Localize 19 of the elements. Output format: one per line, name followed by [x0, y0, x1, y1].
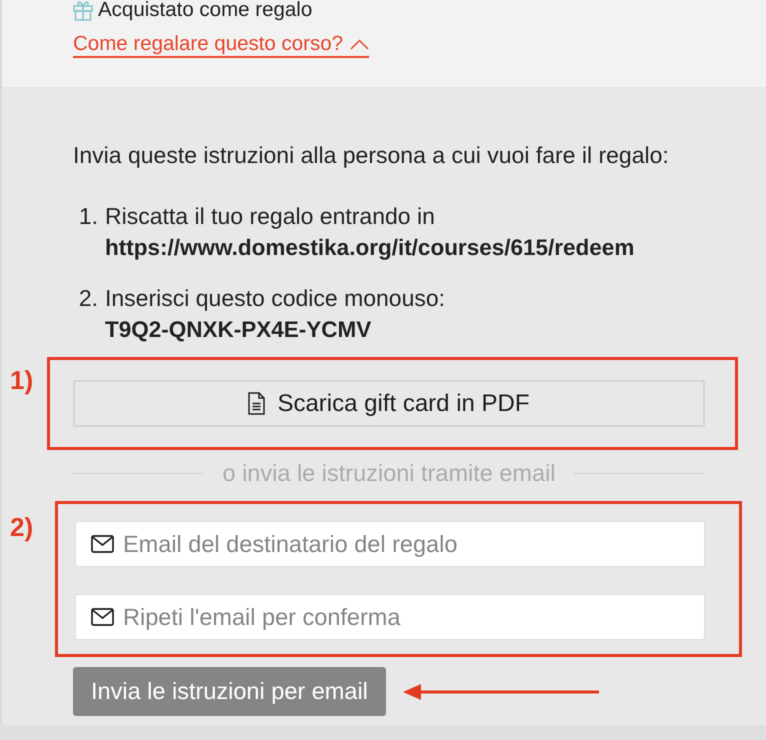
step-text: Inserisci questo codice monouso:	[105, 284, 446, 313]
email-field[interactable]: Ripeti l'email per conferma	[75, 594, 705, 640]
annotation-label: 2)	[10, 512, 34, 542]
step-number: 2.	[78, 284, 99, 313]
redeem-url: https://www.domestika.org/it/courses/615/redeem	[105, 234, 634, 262]
email-field[interactable]: Email del destinatario del regalo	[75, 521, 705, 567]
step-number: 1.	[78, 202, 99, 231]
document-icon	[248, 392, 266, 415]
gift-instructions-link[interactable]: Come regalare questo corso?	[73, 32, 370, 58]
step-text: Riscatta il tuo regalo entrando in	[105, 202, 435, 231]
gift-icon	[73, 0, 93, 21]
annotation-label: 1)	[10, 365, 34, 395]
intro-text: Invia queste istruzioni alla persona a cui vuoi fare il regalo:	[73, 141, 670, 169]
mail-icon	[91, 535, 114, 553]
gift-code: T9Q2-QNXK-PX4E-YCMV	[105, 316, 372, 344]
divider-label: o invia le istruzioni tramite email	[222, 460, 556, 486]
download-pdf-button[interactable]: Scarica gift card in PDF	[73, 380, 705, 427]
purchase-status: Acquistato come regalo	[98, 0, 312, 22]
mail-icon	[91, 608, 114, 626]
